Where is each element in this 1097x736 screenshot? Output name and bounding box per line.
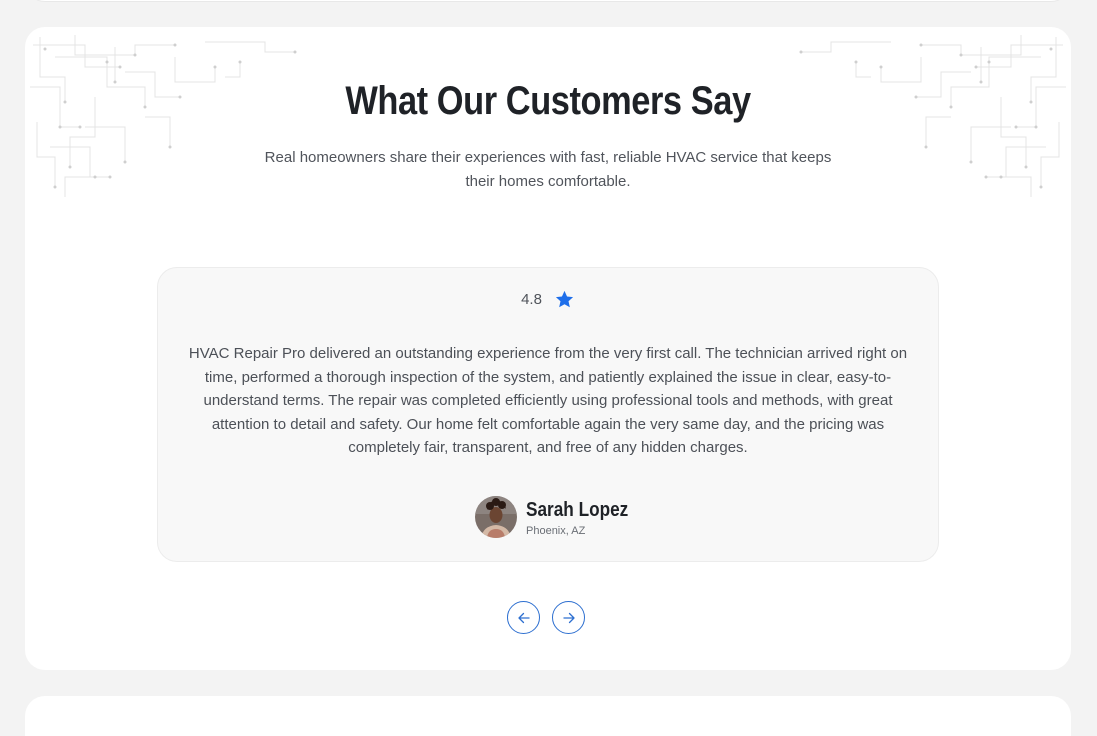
avatar (475, 496, 517, 538)
carousel-navigation (507, 601, 585, 634)
next-section-edge (25, 696, 1071, 736)
previous-testimonial-button[interactable] (507, 601, 540, 634)
testimonials-section: What Our Customers Say Real homeowners s… (25, 27, 1071, 670)
rating-value: 4.8 (521, 291, 542, 308)
previous-section-edge (25, 0, 1071, 2)
author-name: Sarah Lopez (526, 498, 629, 521)
testimonial-quote: HVAC Repair Pro delivered an outstanding… (188, 345, 908, 456)
section-subtitle: Real homeowners share their experiences … (264, 149, 832, 190)
arrow-right-icon (562, 612, 575, 623)
rating: 4.8 (158, 289, 938, 310)
testimonial-card: 4.8 HVAC Repair Pro delivered an outstan… (157, 267, 939, 562)
arrow-left-icon (517, 612, 530, 623)
author-location: Phoenix, AZ (526, 524, 586, 537)
star-icon (555, 290, 573, 308)
section-title: What Our Customers Say (345, 79, 751, 123)
next-testimonial-button[interactable] (552, 601, 585, 634)
testimonial-author: Sarah Lopez Phoenix, AZ (475, 496, 645, 538)
